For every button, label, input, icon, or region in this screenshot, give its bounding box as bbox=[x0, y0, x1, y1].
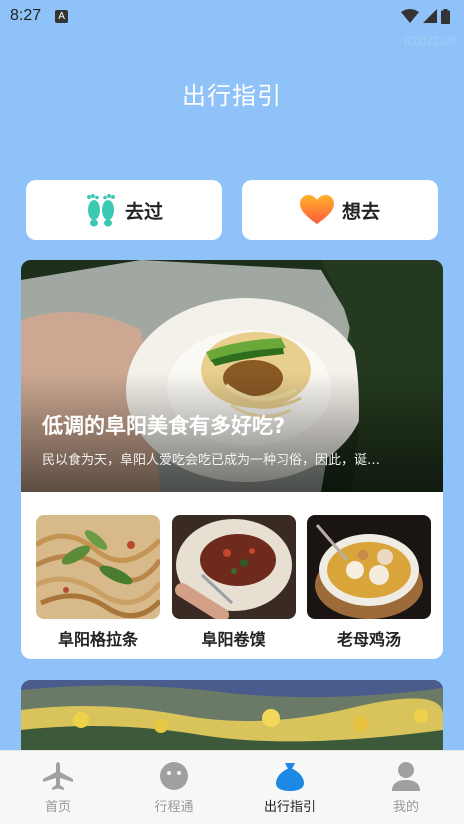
signal-icon bbox=[423, 9, 437, 23]
dish-item[interactable]: 老母鸡汤 bbox=[307, 515, 431, 650]
dish-name: 阜阳格拉条 bbox=[57, 630, 138, 649]
been-button[interactable]: 去过 bbox=[26, 180, 222, 240]
status-bar: 8:27 A bbox=[0, 0, 464, 32]
dish-item[interactable]: 阜阳格拉条 bbox=[36, 515, 160, 650]
been-button-label: 去过 bbox=[124, 200, 163, 223]
dish-image-chicken-soup bbox=[307, 515, 431, 619]
tab-itinerary-label: 行程通 bbox=[154, 800, 194, 815]
feature-title: 低调的阜阳美食有多好吃? bbox=[42, 414, 286, 438]
bottom-tab-bar: 首页 行程通 出行指引 我的 bbox=[0, 750, 464, 824]
landscape-card[interactable] bbox=[21, 680, 443, 760]
tab-home-label: 首页 bbox=[44, 800, 71, 815]
tab-profile-label: 我的 bbox=[392, 800, 419, 815]
tab-itinerary[interactable]: 行程通 bbox=[116, 751, 232, 824]
status-left: 8:27 A bbox=[10, 7, 69, 25]
person-icon bbox=[392, 762, 420, 791]
dish-name: 阜阳卷馍 bbox=[201, 630, 266, 649]
money-bag-icon bbox=[276, 763, 304, 791]
id-label: ID:022a3f bbox=[403, 34, 456, 48]
dish-item[interactable]: 阜阳卷馍 bbox=[171, 515, 296, 650]
status-time: 8:27 bbox=[10, 7, 42, 24]
feature-subtitle: 民以食为天，阜阳人爱吃会吃已成为一种习俗，因此，诞… bbox=[42, 453, 381, 468]
wifi-icon bbox=[401, 9, 419, 23]
chat-face-icon bbox=[160, 762, 188, 790]
landscape-image bbox=[21, 680, 443, 760]
page-title: 出行指引 bbox=[182, 82, 282, 110]
battery-icon bbox=[441, 8, 450, 24]
dish-name: 老母鸡汤 bbox=[336, 630, 401, 649]
heart-icon bbox=[299, 195, 334, 224]
dish-image-juanmo bbox=[171, 515, 296, 619]
want-button[interactable]: 想去 bbox=[242, 180, 438, 240]
footprints-icon bbox=[86, 194, 115, 227]
tab-travel-guide[interactable]: 出行指引 bbox=[232, 751, 348, 824]
food-feature-card[interactable]: 低调的阜阳美食有多好吃? 民以食为天，阜阳人爱吃会吃已成为一种习俗，因此，诞… bbox=[21, 260, 443, 659]
want-button-label: 想去 bbox=[341, 200, 380, 223]
status-icons bbox=[401, 8, 450, 24]
tab-home[interactable]: 首页 bbox=[0, 751, 116, 824]
hero-image[interactable]: 低调的阜阳美食有多好吃? 民以食为天，阜阳人爱吃会吃已成为一种习俗，因此，诞… bbox=[21, 260, 443, 492]
dish-list: 阜阳格拉条 阜阳卷馍 老母鸡汤 bbox=[36, 515, 431, 650]
airplane-icon bbox=[43, 762, 73, 790]
dish-image-gelatiao bbox=[36, 515, 160, 619]
tab-profile[interactable]: 我的 bbox=[348, 751, 464, 824]
notification-badge: A bbox=[55, 9, 69, 23]
tab-travel-guide-label: 出行指引 bbox=[263, 800, 316, 815]
